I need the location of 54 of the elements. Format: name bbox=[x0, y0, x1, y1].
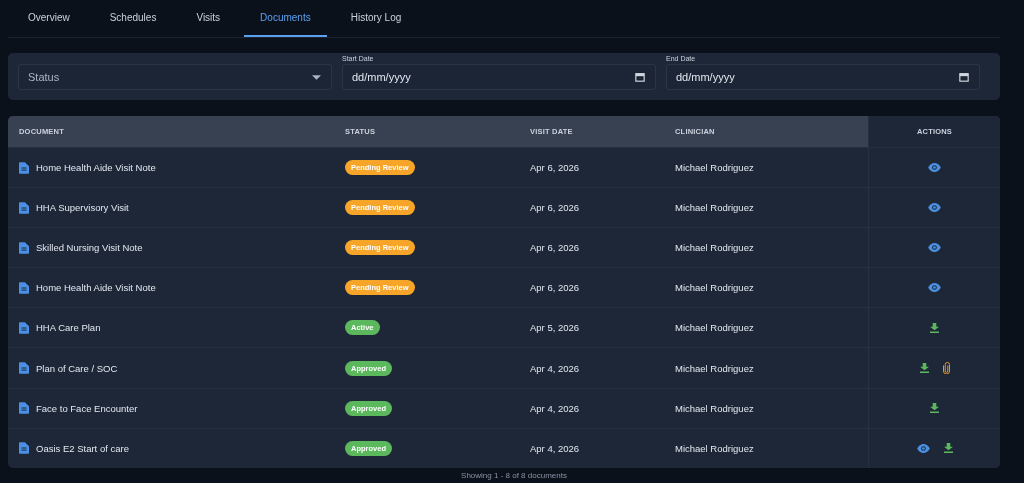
document-name[interactable]: HHA Care Plan bbox=[36, 322, 101, 334]
document-name[interactable]: Skilled Nursing Visit Note bbox=[36, 242, 143, 254]
eye-icon[interactable] bbox=[928, 283, 941, 293]
document-icon bbox=[19, 201, 29, 214]
tab[interactable]: Overview bbox=[12, 0, 86, 37]
document-icon bbox=[19, 362, 29, 374]
table-cell-text: Apr 6, 2026 bbox=[529, 201, 581, 216]
download-icon[interactable] bbox=[930, 322, 939, 333]
document-name[interactable]: HHA Supervisory Visit bbox=[36, 202, 129, 214]
document-icon bbox=[19, 241, 29, 254]
date-field[interactable]: dd/mm/yyyy bbox=[666, 64, 980, 90]
table-cell-text: Michael Rodriguez bbox=[674, 441, 755, 456]
table-cell-text: Apr 5, 2026 bbox=[529, 321, 581, 336]
calendar-icon bbox=[959, 72, 969, 82]
table-cell-text: Michael Rodriguez bbox=[674, 321, 755, 336]
tab[interactable]: Documents bbox=[244, 0, 327, 37]
download-icon[interactable] bbox=[943, 443, 953, 454]
table-cell-text: Michael Rodriguez bbox=[674, 161, 755, 176]
document-icon bbox=[19, 161, 29, 174]
table-cell-text: Michael Rodriguez bbox=[674, 201, 755, 216]
table-cell-text: Apr 6, 2026 bbox=[529, 161, 581, 176]
table-cell-text: Michael Rodriguez bbox=[674, 281, 755, 296]
document-name[interactable]: Oasis E2 Start of care bbox=[36, 442, 129, 454]
caret-icon bbox=[312, 74, 321, 80]
tab[interactable]: Visits bbox=[180, 0, 237, 37]
document-icon bbox=[19, 321, 29, 334]
paperclip-icon[interactable] bbox=[942, 362, 950, 374]
table-cell-text: Michael Rodriguez bbox=[674, 401, 755, 416]
table-cell-text: Apr 6, 2026 bbox=[529, 281, 581, 296]
eye-icon[interactable] bbox=[928, 203, 941, 213]
download-icon[interactable] bbox=[930, 403, 939, 414]
eye-icon[interactable] bbox=[928, 163, 941, 173]
status-select[interactable]: Status bbox=[18, 64, 332, 90]
document-icon bbox=[19, 402, 29, 415]
document-name[interactable]: Plan of Care / SOC bbox=[36, 362, 118, 374]
table-cell-text: Apr 6, 2026 bbox=[529, 241, 581, 256]
eye-icon[interactable] bbox=[928, 243, 941, 253]
table-cell-text: Apr 4, 2026 bbox=[529, 361, 581, 376]
document-name[interactable]: Face to Face Encounter bbox=[36, 402, 138, 414]
document-name[interactable]: Home Health Aide Visit Note bbox=[36, 162, 156, 174]
calendar-icon bbox=[635, 72, 645, 82]
download-icon[interactable] bbox=[919, 363, 929, 373]
pagination-summary: Showing 1 - 8 of 8 documents bbox=[460, 470, 568, 481]
tab[interactable]: History Log bbox=[334, 0, 418, 37]
table-cell-text: Michael Rodriguez bbox=[674, 241, 755, 256]
tab[interactable]: Schedules bbox=[93, 0, 173, 37]
document-name[interactable]: Home Health Aide Visit Note bbox=[36, 282, 156, 294]
table-cell-text: Apr 4, 2026 bbox=[529, 441, 581, 456]
date-field[interactable]: dd/mm/yyyy bbox=[342, 64, 656, 90]
eye-icon[interactable] bbox=[916, 443, 930, 453]
document-icon bbox=[19, 442, 29, 455]
document-icon bbox=[19, 281, 29, 294]
table-cell-text: Michael Rodriguez bbox=[674, 361, 755, 376]
table-cell-text: Apr 4, 2026 bbox=[529, 401, 581, 416]
